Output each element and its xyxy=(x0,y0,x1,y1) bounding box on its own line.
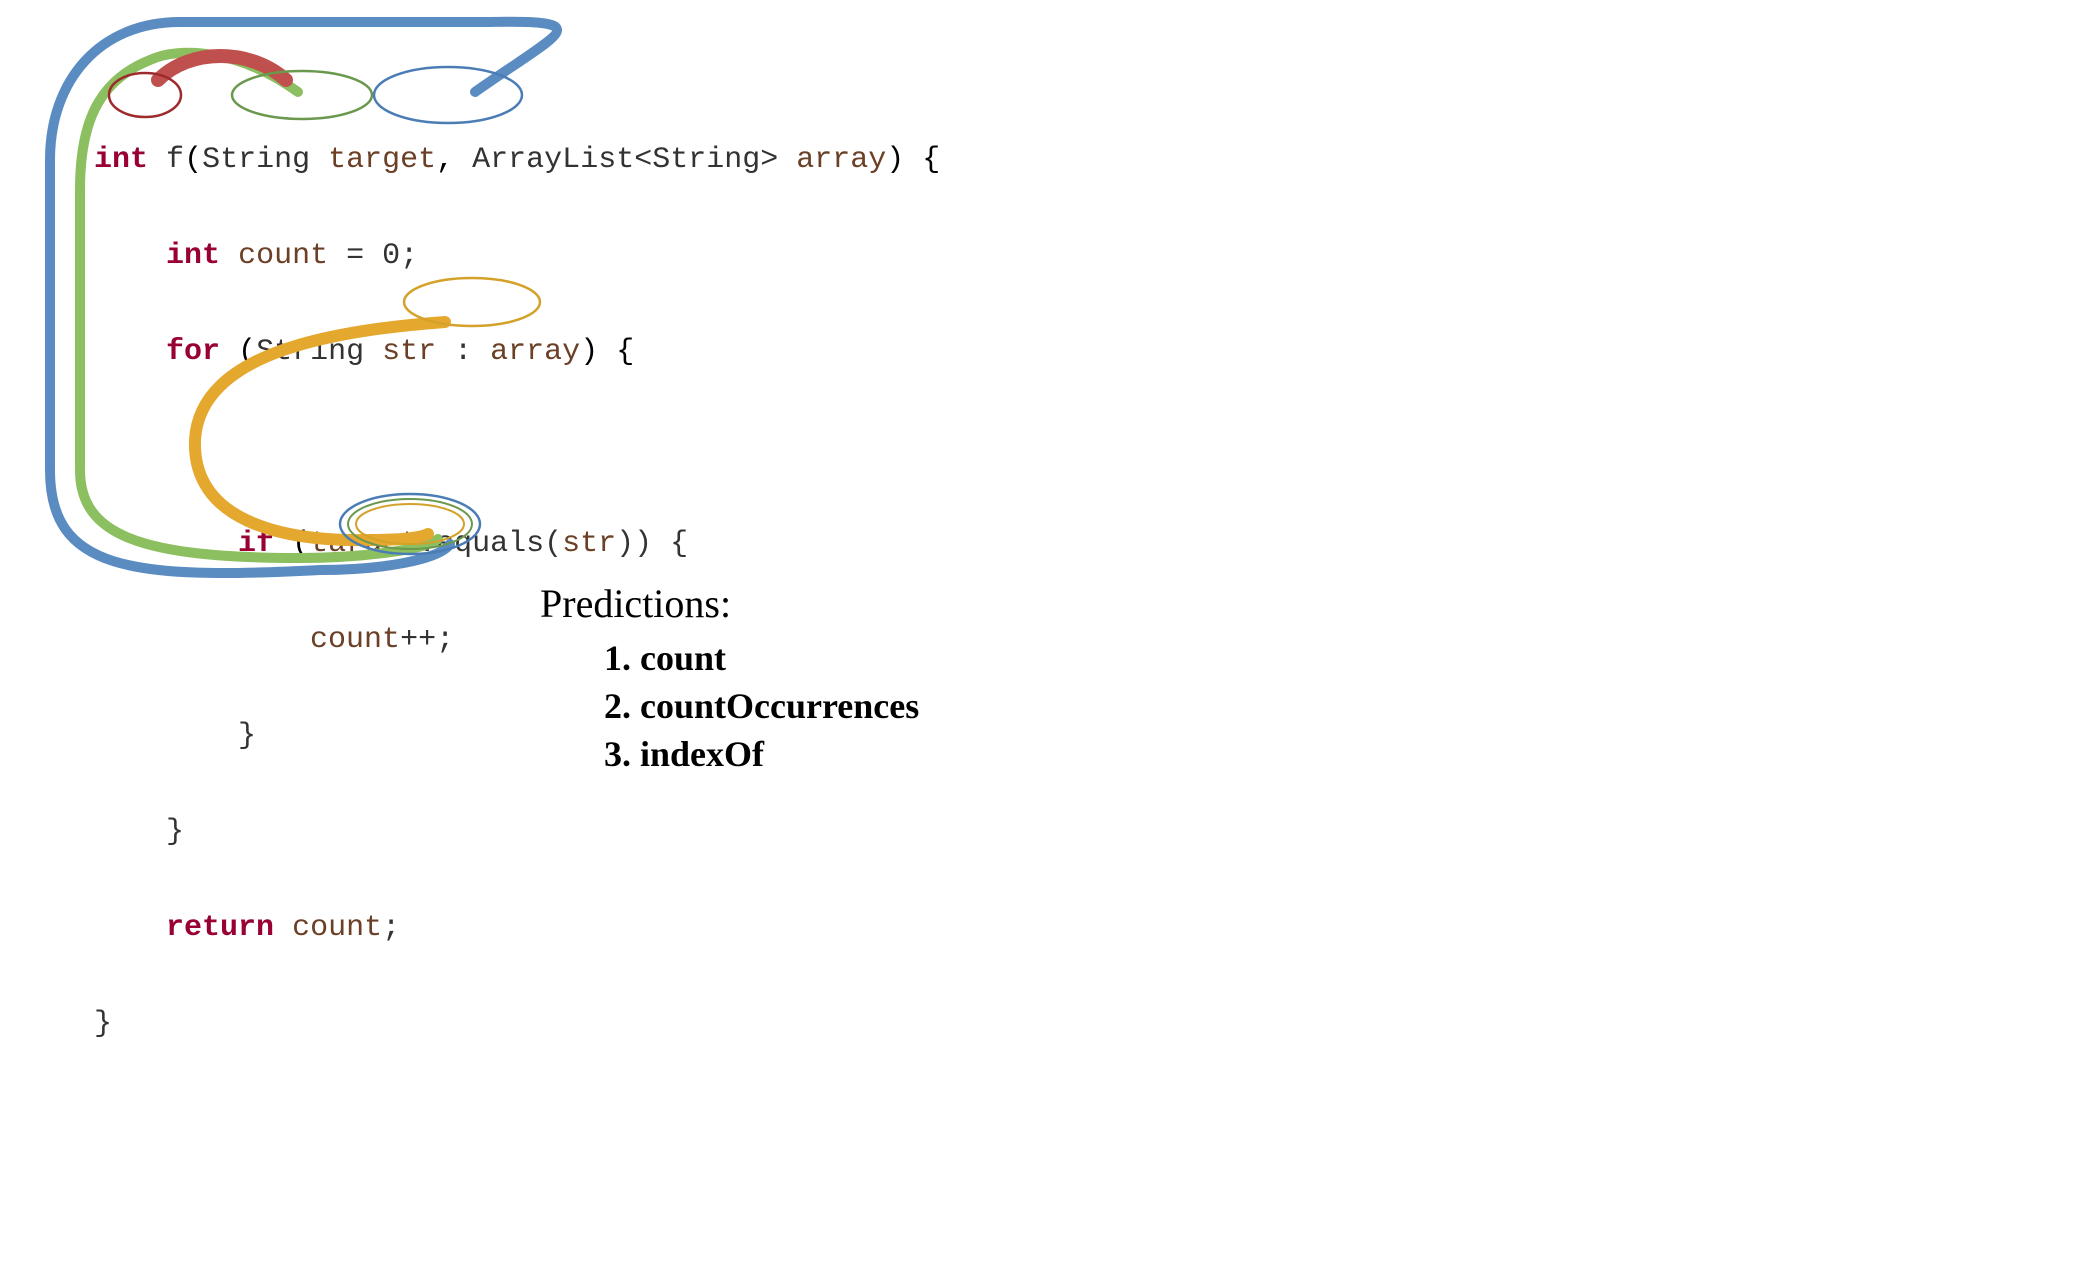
red-arc xyxy=(158,56,286,80)
kw-int-2: int xyxy=(166,239,220,273)
code-line-2: int count = 0; xyxy=(40,232,2042,280)
assign-zero: = 0; xyxy=(346,239,418,273)
code-line-4: if (target.equals(str)) { xyxy=(40,520,2042,568)
close-if: )) { xyxy=(616,527,688,561)
inc-op: ++; xyxy=(400,623,454,657)
prediction-2: countOccurrences xyxy=(640,685,919,727)
brace-close-if: } xyxy=(238,719,256,753)
code-line-6: } xyxy=(40,712,2042,760)
var-count-decl: count xyxy=(238,239,328,273)
param-target: target xyxy=(328,143,436,177)
predictions-title: Predictions: xyxy=(540,580,919,627)
code-line-9: } xyxy=(40,1000,2042,1048)
code-line-5: count++; xyxy=(40,616,2042,664)
type-string-2: String xyxy=(256,335,364,369)
brace-close-fn: } xyxy=(94,1007,112,1041)
method-equals: .equals( xyxy=(418,527,562,561)
kw-for: for xyxy=(166,335,220,369)
var-count-return: count xyxy=(292,911,382,945)
kw-if: if xyxy=(238,527,274,561)
var-array: array xyxy=(490,335,580,369)
var-target-use: target xyxy=(310,527,418,561)
kw-int: int xyxy=(94,143,148,177)
blue-path xyxy=(50,22,557,573)
target-param-ellipse xyxy=(374,67,522,123)
type-arraylist: ArrayList<String> xyxy=(472,143,778,177)
predictions-list: count countOccurrences indexOf xyxy=(540,637,919,775)
prediction-3: indexOf xyxy=(640,733,919,775)
var-str: str xyxy=(382,335,436,369)
code-line-1: int f(String target, ArrayList<String> a… xyxy=(40,136,2042,184)
function-name: f xyxy=(166,143,184,177)
code-line-7: } xyxy=(40,808,2042,856)
colon: : xyxy=(454,335,472,369)
brace-close-for: } xyxy=(166,815,184,849)
semi: ; xyxy=(382,911,400,945)
green-path xyxy=(80,53,438,558)
code-line-8: return count; xyxy=(40,904,2042,952)
type-string: String xyxy=(202,143,310,177)
string-ellipse xyxy=(232,71,372,119)
prediction-1: count xyxy=(640,637,919,679)
var-str-2: str xyxy=(562,527,616,561)
kw-return: return xyxy=(166,911,274,945)
var-count-inc: count xyxy=(310,623,400,657)
code-line-3: for (String str : array) { xyxy=(40,328,2042,376)
code-block: int f(String target, ArrayList<String> a… xyxy=(40,40,2042,1096)
code-line-blank xyxy=(40,424,2042,472)
int-ellipse xyxy=(109,73,181,117)
param-array: array xyxy=(796,143,886,177)
predictions-block: Predictions: count countOccurrences inde… xyxy=(540,580,919,781)
target-usage-ellipse xyxy=(404,278,540,326)
